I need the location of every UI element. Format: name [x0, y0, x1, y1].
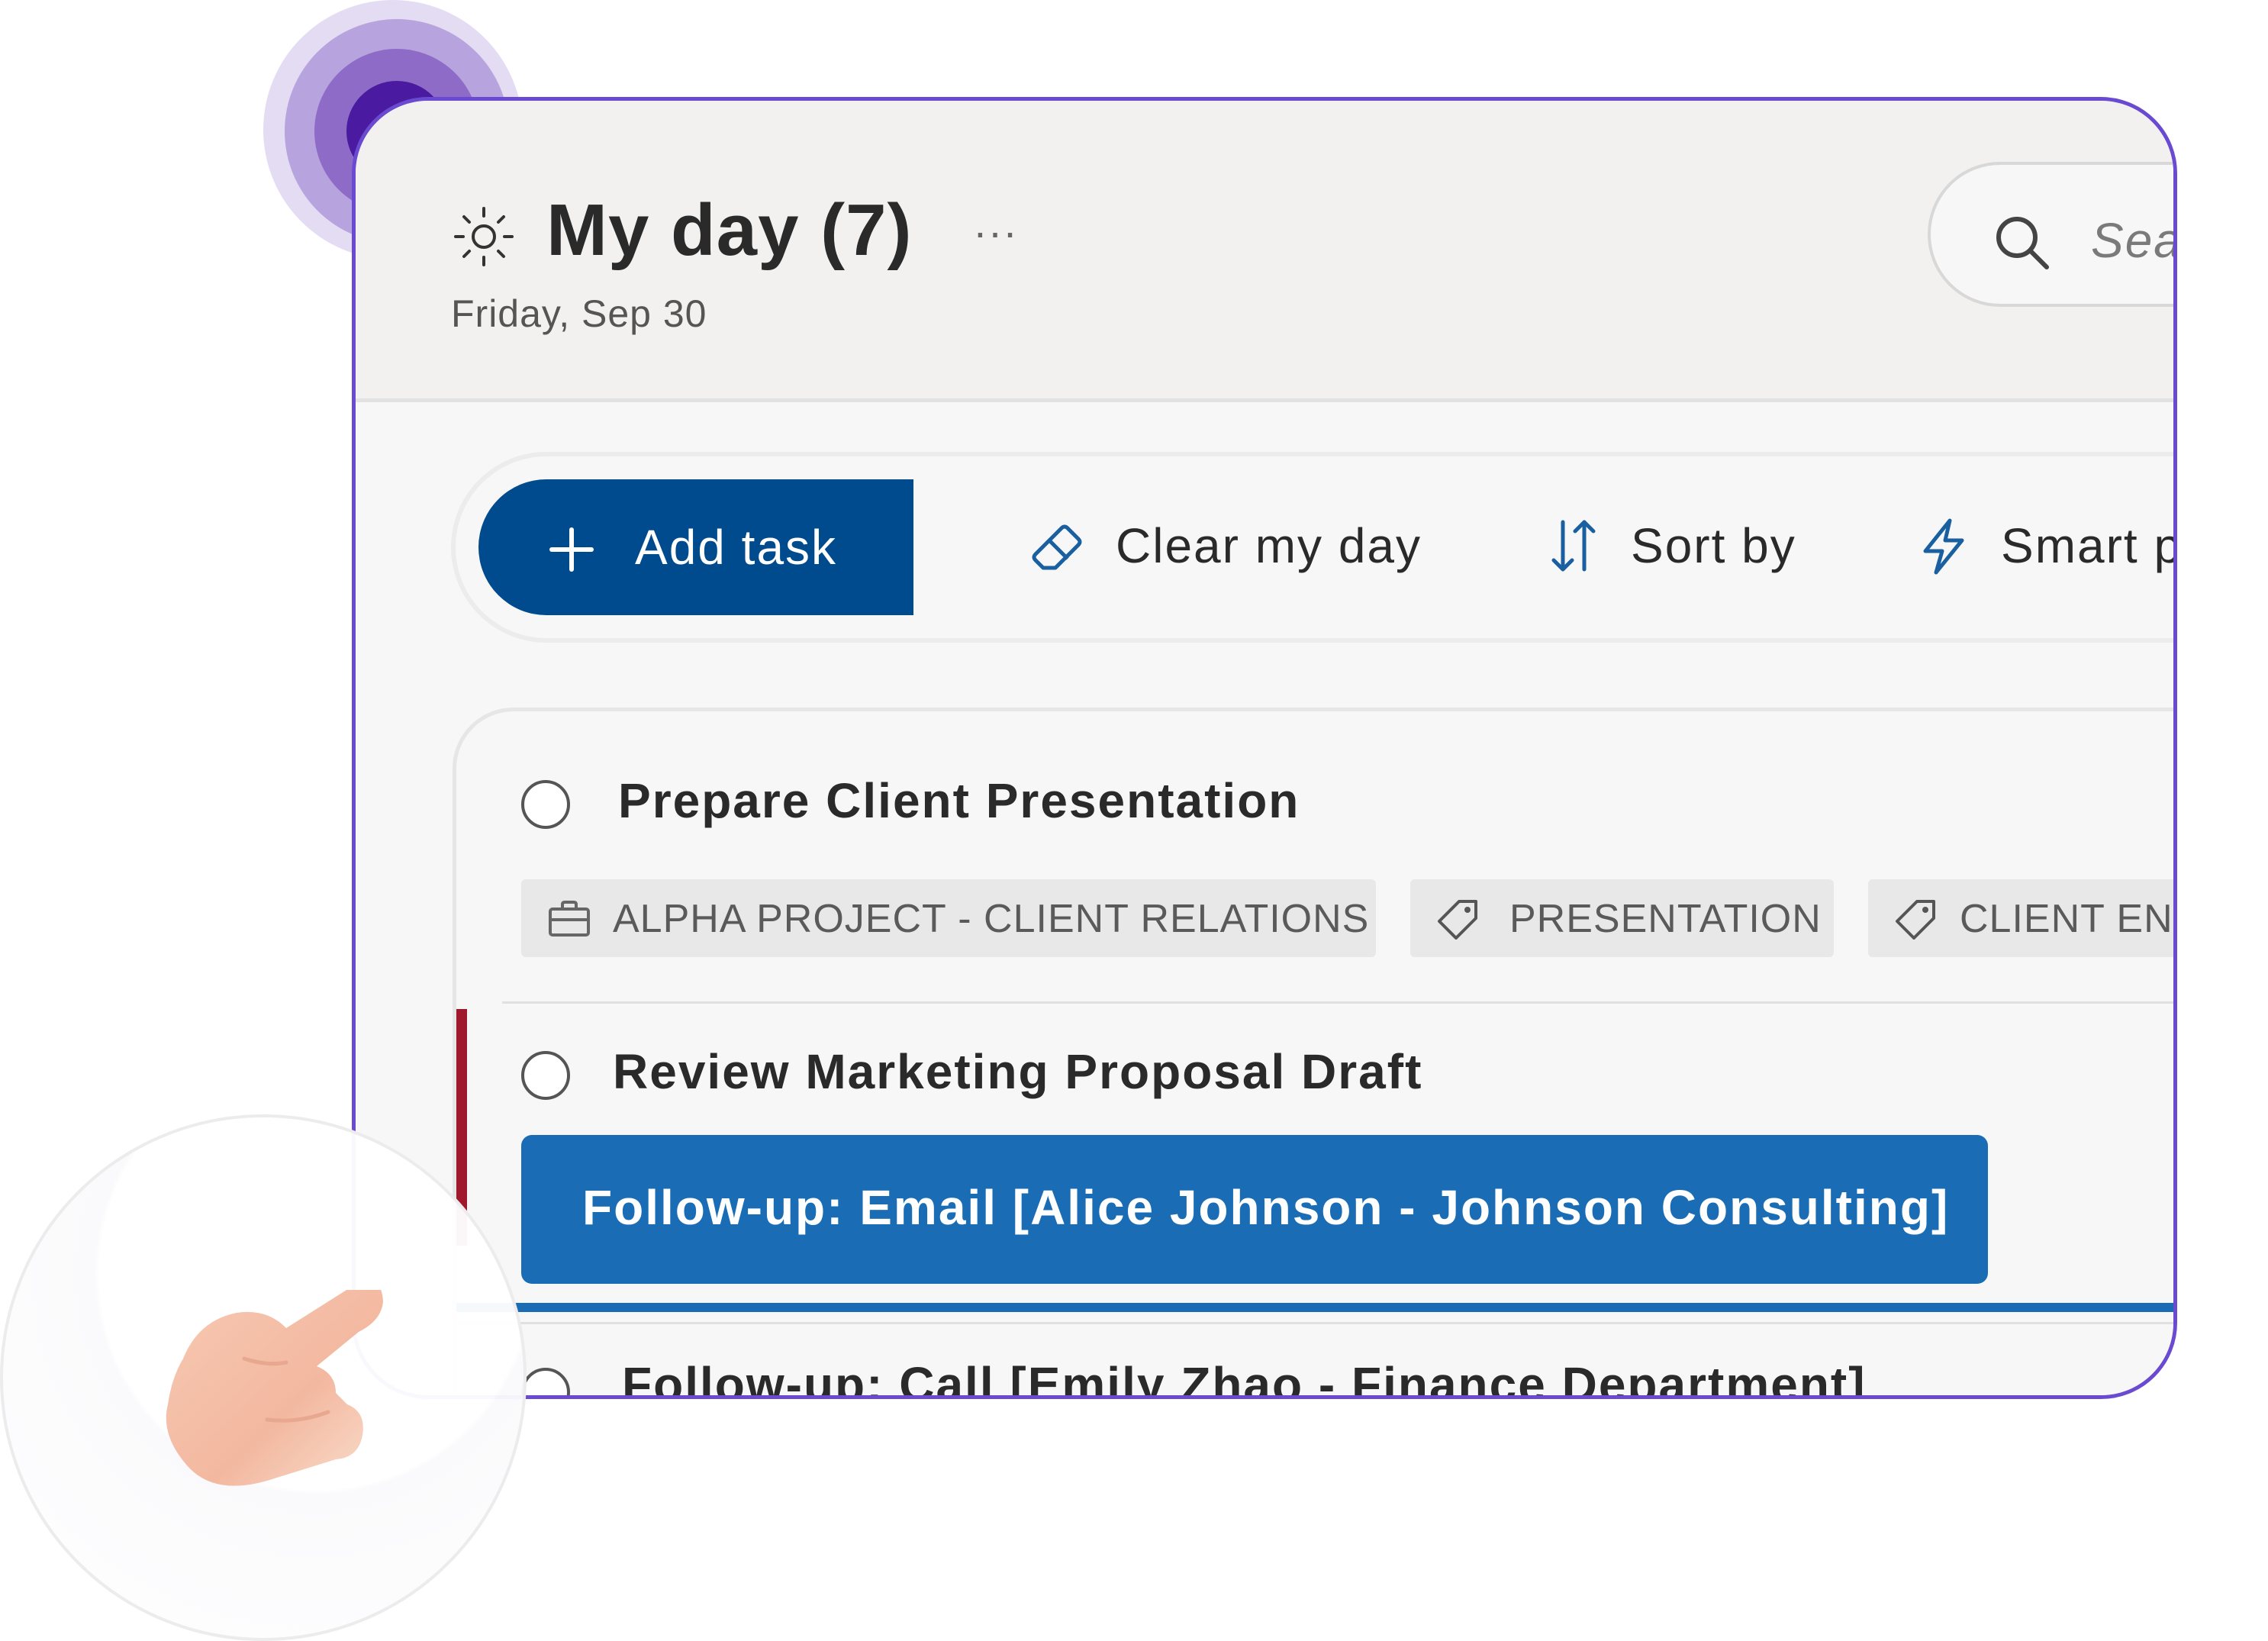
add-task-button[interactable]: Add task [478, 479, 913, 615]
tag-icon [1438, 900, 1477, 940]
eraser-icon [1032, 524, 1082, 570]
app-window: My day (7) ... Friday, Sep 30 Sear Add t… [352, 97, 2177, 1399]
task-toolbar: Add task Clear my day Sort by Smart pr [451, 452, 2173, 643]
sort-by-label: Sort by [1631, 518, 1796, 573]
task-list: Prepare Client Presentation ALPHA PROJEC… [453, 708, 2173, 1395]
task-title[interactable]: Follow-up: Call [Emily Zhao - Finance De… [622, 1356, 1867, 1395]
label-tag-client-engagement[interactable]: CLIENT ENGAG [1868, 879, 2173, 957]
page-title: My day (7) [546, 189, 913, 271]
sort-icon [1551, 520, 1596, 572]
label-tag-presentation[interactable]: PRESENTATION [1410, 879, 1834, 957]
sun-icon [454, 207, 514, 266]
follow-up-label: Follow-up: Email [Alice Johnson - Johnso… [582, 1180, 1950, 1235]
task-title[interactable]: Review Marketing Proposal Draft [613, 1043, 1422, 1100]
search-icon [1996, 217, 2049, 269]
clear-my-day-label: Clear my day [1116, 518, 1422, 573]
task-checkbox[interactable] [521, 1368, 570, 1395]
lightning-icon [1923, 518, 1964, 575]
task-checkbox[interactable] [521, 1051, 570, 1100]
smart-prioritize-label: Smart pr [2001, 518, 2173, 573]
task-divider [456, 1322, 2173, 1324]
add-task-label: Add task [635, 520, 838, 575]
follow-up-highlight[interactable]: Follow-up: Email [Alice Johnson - Johnso… [521, 1135, 1988, 1284]
plus-icon [549, 527, 594, 572]
selection-line [456, 1303, 2173, 1312]
search-placeholder: Sear [2091, 213, 2173, 268]
page-date: Friday, Sep 30 [451, 292, 707, 335]
task-divider [502, 1001, 2173, 1004]
task-checkbox[interactable] [521, 780, 570, 829]
more-options-button[interactable]: ... [966, 200, 1027, 261]
briefcase-icon [549, 901, 590, 937]
page-header: My day (7) ... Friday, Sep 30 Sear [356, 101, 2173, 402]
search-input[interactable]: Sear [1928, 162, 2173, 307]
project-tag-label: ALPHA PROJECT - CLIENT RELATIONS [613, 897, 1370, 941]
tag-label: CLIENT ENGAG [1960, 897, 2173, 941]
task-title[interactable]: Prepare Client Presentation [618, 772, 1300, 829]
tag-label: PRESENTATION [1509, 897, 1822, 941]
project-tag[interactable]: ALPHA PROJECT - CLIENT RELATIONS [521, 879, 1376, 957]
tag-icon [1896, 900, 1935, 940]
pointing-hand-icon [166, 1290, 383, 1486]
